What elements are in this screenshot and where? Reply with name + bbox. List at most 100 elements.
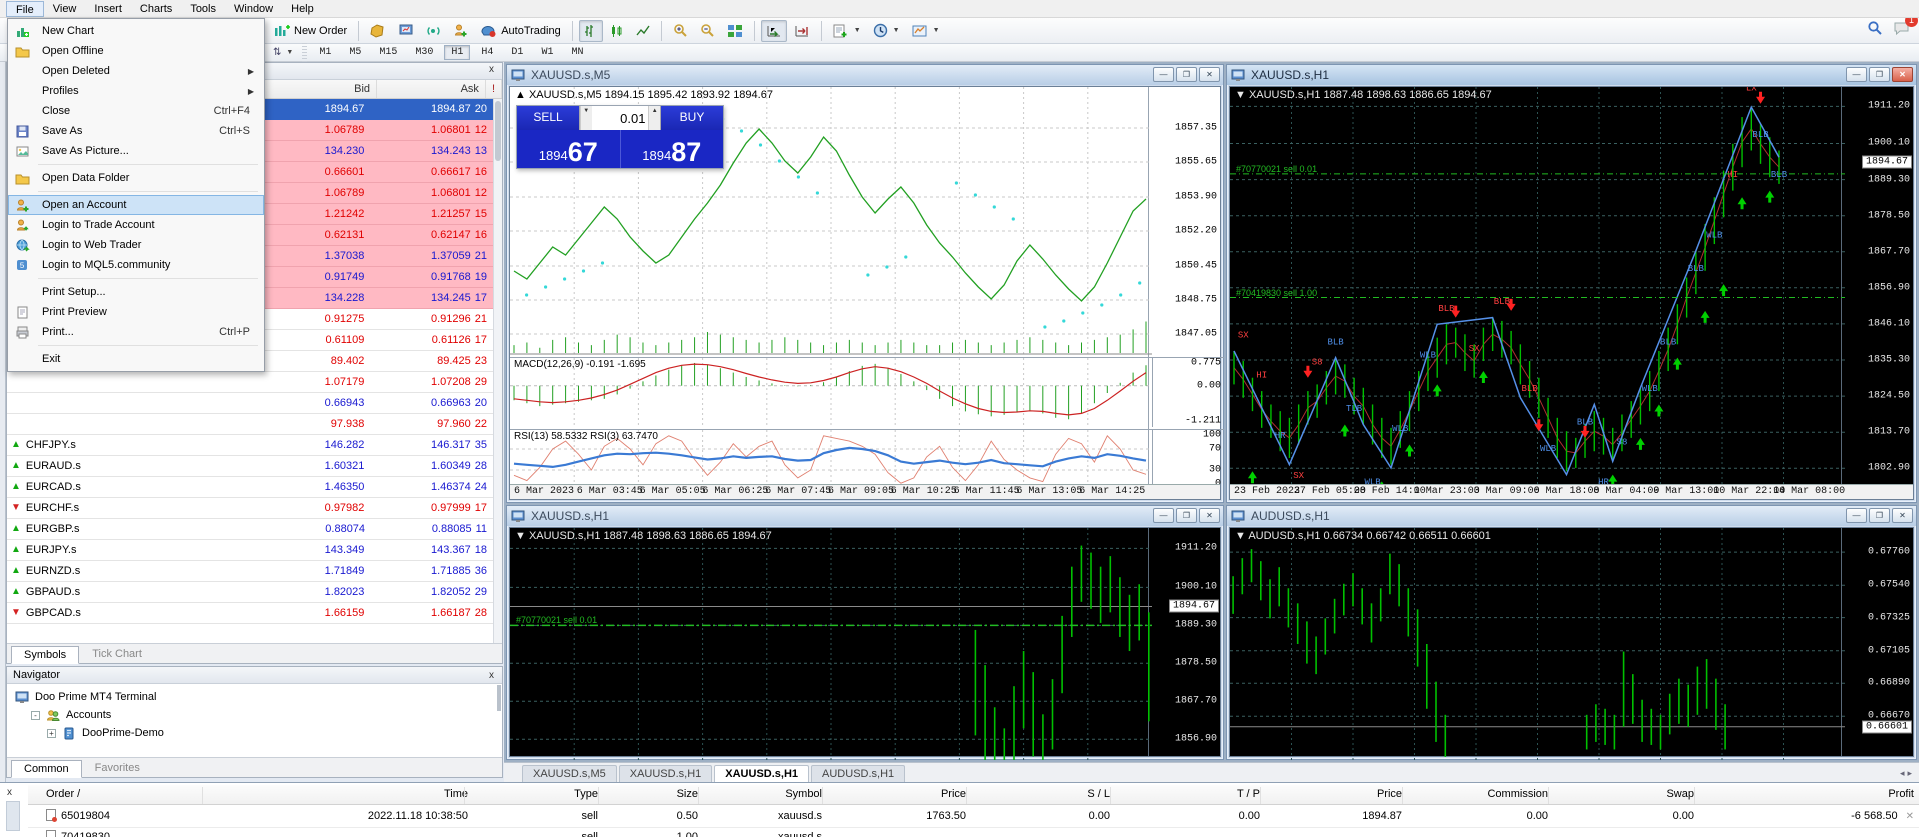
file-menu-item-print-setup-[interactable]: Print Setup... (8, 282, 264, 302)
chart-tab-0[interactable]: XAUUSD.s,M5 (522, 765, 617, 782)
market-watch-scrollbar[interactable] (493, 99, 502, 643)
volume-input[interactable] (592, 106, 649, 130)
market-watch-row[interactable]: ▲EURGBP.s0.880740.8808511 (7, 519, 493, 540)
chart-canvas[interactable]: 1857.351855.651853.901852.201850.451848.… (509, 86, 1221, 500)
price-scale[interactable]: 1911.201900.101889.301878.501867.701856.… (1148, 528, 1220, 756)
line-chart-type-icon[interactable] (631, 20, 655, 42)
market-watch-row[interactable]: 97.93897.96022 (7, 414, 493, 435)
market-watch-tab-tick-chart[interactable]: Tick Chart (79, 645, 155, 663)
chart-window-2[interactable]: XAUUSD.s,H1—❐✕1911.201900.101889.301878.… (506, 505, 1224, 760)
restore-button[interactable]: ❐ (1869, 67, 1890, 82)
orders-header-commission[interactable]: Commission (1408, 785, 1548, 804)
file-menu-item-profiles[interactable]: Profiles▶ (8, 81, 264, 101)
navigator-tab-favorites[interactable]: Favorites (82, 759, 153, 777)
chart-canvas[interactable]: 1911.201900.101889.301878.501867.701856.… (1229, 86, 1914, 500)
menubar-item-view[interactable]: View (44, 1, 86, 17)
timeframe-h1[interactable]: H1 (444, 45, 470, 60)
restore-button[interactable]: ❐ (1176, 508, 1197, 523)
order-row[interactable]: 70419830sell1.00xauusd.s (28, 828, 1919, 837)
navigator-scrollbar[interactable] (497, 685, 501, 711)
orders-header-type[interactable]: Type (470, 785, 598, 804)
close-button[interactable]: ✕ (1892, 67, 1913, 82)
restore-button[interactable]: ❐ (1176, 67, 1197, 82)
market-watch-header-ask[interactable]: Ask (377, 80, 486, 98)
search-icon[interactable] (1867, 20, 1883, 39)
navigator-item-doo-prime-mt4-terminal[interactable]: Doo Prime MT4 Terminal (15, 688, 502, 706)
price-scale[interactable]: 0.677600.675400.673250.671050.668900.666… (1841, 528, 1913, 756)
market-watch-header-[interactable]: ! (486, 80, 502, 98)
timeframe-m30[interactable]: M30 (408, 45, 440, 60)
chart-shift-icon[interactable] (789, 20, 815, 42)
restore-button[interactable]: ❐ (1869, 508, 1890, 523)
orders-header-swap[interactable]: Swap (1554, 785, 1694, 804)
chart-tab-scroll-arrows[interactable]: ◂▸ (1900, 768, 1915, 779)
orders-header-order[interactable]: Order / (46, 785, 80, 804)
templates-button[interactable]: ▼ (907, 20, 945, 42)
minimize-button[interactable]: — (1846, 67, 1867, 82)
chart-window-titlebar[interactable]: XAUUSD.s,H1—❐✕ (507, 506, 1223, 526)
symbols-sort-icon[interactable]: ⇅▼ (268, 45, 298, 61)
file-menu-item-print-[interactable]: Print...Ctrl+P (8, 322, 264, 342)
chart-window-3[interactable]: AUDUSD.s,H1—❐✕0.677600.675400.673250.671… (1226, 505, 1917, 760)
timeframe-d1[interactable]: D1 (504, 45, 530, 60)
market-watch-tab-symbols[interactable]: Symbols (11, 646, 79, 664)
timeframe-m15[interactable]: M15 (372, 45, 404, 60)
volume-stepper-down[interactable]: ▼ (580, 106, 592, 130)
navigator-item-accounts[interactable]: -Accounts (15, 706, 502, 724)
chart-window-0[interactable]: XAUUSD.s,M5—❐✕1857.351855.651853.901852.… (506, 64, 1224, 503)
chart-canvas[interactable]: 0.677600.675400.673250.671050.668900.666… (1229, 527, 1914, 757)
market-watch-close-icon[interactable]: x (489, 64, 494, 75)
indicators-button[interactable]: ▼ (828, 20, 866, 42)
navigator-tab-common[interactable]: Common (11, 760, 82, 778)
file-menu-item-login-to-web-trader[interactable]: Login to Web Trader (8, 235, 264, 255)
chart-tab-2[interactable]: XAUUSD.s,H1 (714, 765, 809, 782)
data-window-icon[interactable] (365, 20, 391, 42)
timeframe-m1[interactable]: M1 (312, 45, 338, 60)
autotrading-button[interactable]: AutoTrading (475, 20, 566, 42)
minimize-button[interactable]: — (1153, 508, 1174, 523)
menubar-item-window[interactable]: Window (225, 1, 282, 17)
file-menu-item-open-an-account[interactable]: Open an Account (8, 195, 264, 215)
timeframe-w1[interactable]: W1 (534, 45, 560, 60)
timeframe-mn[interactable]: MN (564, 45, 590, 60)
timeframe-m5[interactable]: M5 (342, 45, 368, 60)
chat-notification-icon[interactable]: 1 (1893, 21, 1911, 39)
orders-header-sl[interactable]: S / L (972, 785, 1110, 804)
market-watch-row[interactable]: ▲CHFJPY.s146.282146.31735 (7, 435, 493, 456)
close-button[interactable]: ✕ (1892, 508, 1913, 523)
orders-header-tp[interactable]: T / P (1116, 785, 1260, 804)
market-watch-row[interactable]: ▼EURCHF.s0.979820.9799917 (7, 498, 493, 519)
menubar-item-file[interactable]: File (6, 1, 44, 17)
price-scale[interactable]: 1911.201900.101889.301878.501867.701856.… (1841, 87, 1913, 499)
file-menu-item-login-to-trade-account[interactable]: Login to Trade Account (8, 215, 264, 235)
file-menu-item-save-as[interactable]: Save AsCtrl+S (8, 121, 264, 141)
sell-button[interactable]: SELL (517, 106, 579, 130)
volume-stepper-up[interactable]: ▲ (648, 106, 660, 130)
orders-header-price[interactable]: Price (1266, 785, 1402, 804)
buy-button[interactable]: BUY (661, 106, 723, 130)
chart-tab-3[interactable]: AUDUSD.s,H1 (811, 765, 905, 782)
file-menu-item-close[interactable]: CloseCtrl+F4 (8, 101, 264, 121)
tree-expander-icon[interactable]: - (31, 711, 40, 720)
zoom-in-icon[interactable] (668, 20, 693, 42)
tree-expander-icon[interactable]: + (47, 729, 56, 738)
orders-header-size[interactable]: Size (604, 785, 698, 804)
orders-header-symbol[interactable]: Symbol (704, 785, 822, 804)
zoom-out-icon[interactable] (695, 20, 720, 42)
navigator-item-dooprime-demo[interactable]: +DooPrime-Demo (15, 724, 502, 742)
chart-window-1[interactable]: XAUUSD.s,H1—❐✕1911.201900.101889.301878.… (1226, 64, 1917, 503)
file-menu-item-new-chart[interactable]: New Chart (8, 21, 264, 41)
community-icon[interactable] (448, 20, 473, 42)
timeframe-h4[interactable]: H4 (474, 45, 500, 60)
chart-window-titlebar[interactable]: AUDUSD.s,H1—❐✕ (1227, 506, 1916, 526)
signals-icon[interactable] (421, 20, 446, 42)
market-watch-header-bid[interactable]: Bid (260, 80, 377, 98)
orders-header-profit[interactable]: Profit (1700, 785, 1914, 804)
market-watch-row[interactable]: ▲EURNZD.s1.718491.7188536 (7, 561, 493, 582)
market-watch-row[interactable]: ▲EURAUD.s1.603211.6034928 (7, 456, 493, 477)
candlestick-type-icon[interactable] (605, 20, 629, 42)
menubar-item-insert[interactable]: Insert (85, 1, 131, 17)
chart-window-titlebar[interactable]: XAUUSD.s,H1—❐✕ (1227, 65, 1916, 85)
market-watch-row[interactable]: ▲GBPAUD.s1.820231.8205229 (7, 582, 493, 603)
menubar-item-tools[interactable]: Tools (181, 1, 225, 17)
